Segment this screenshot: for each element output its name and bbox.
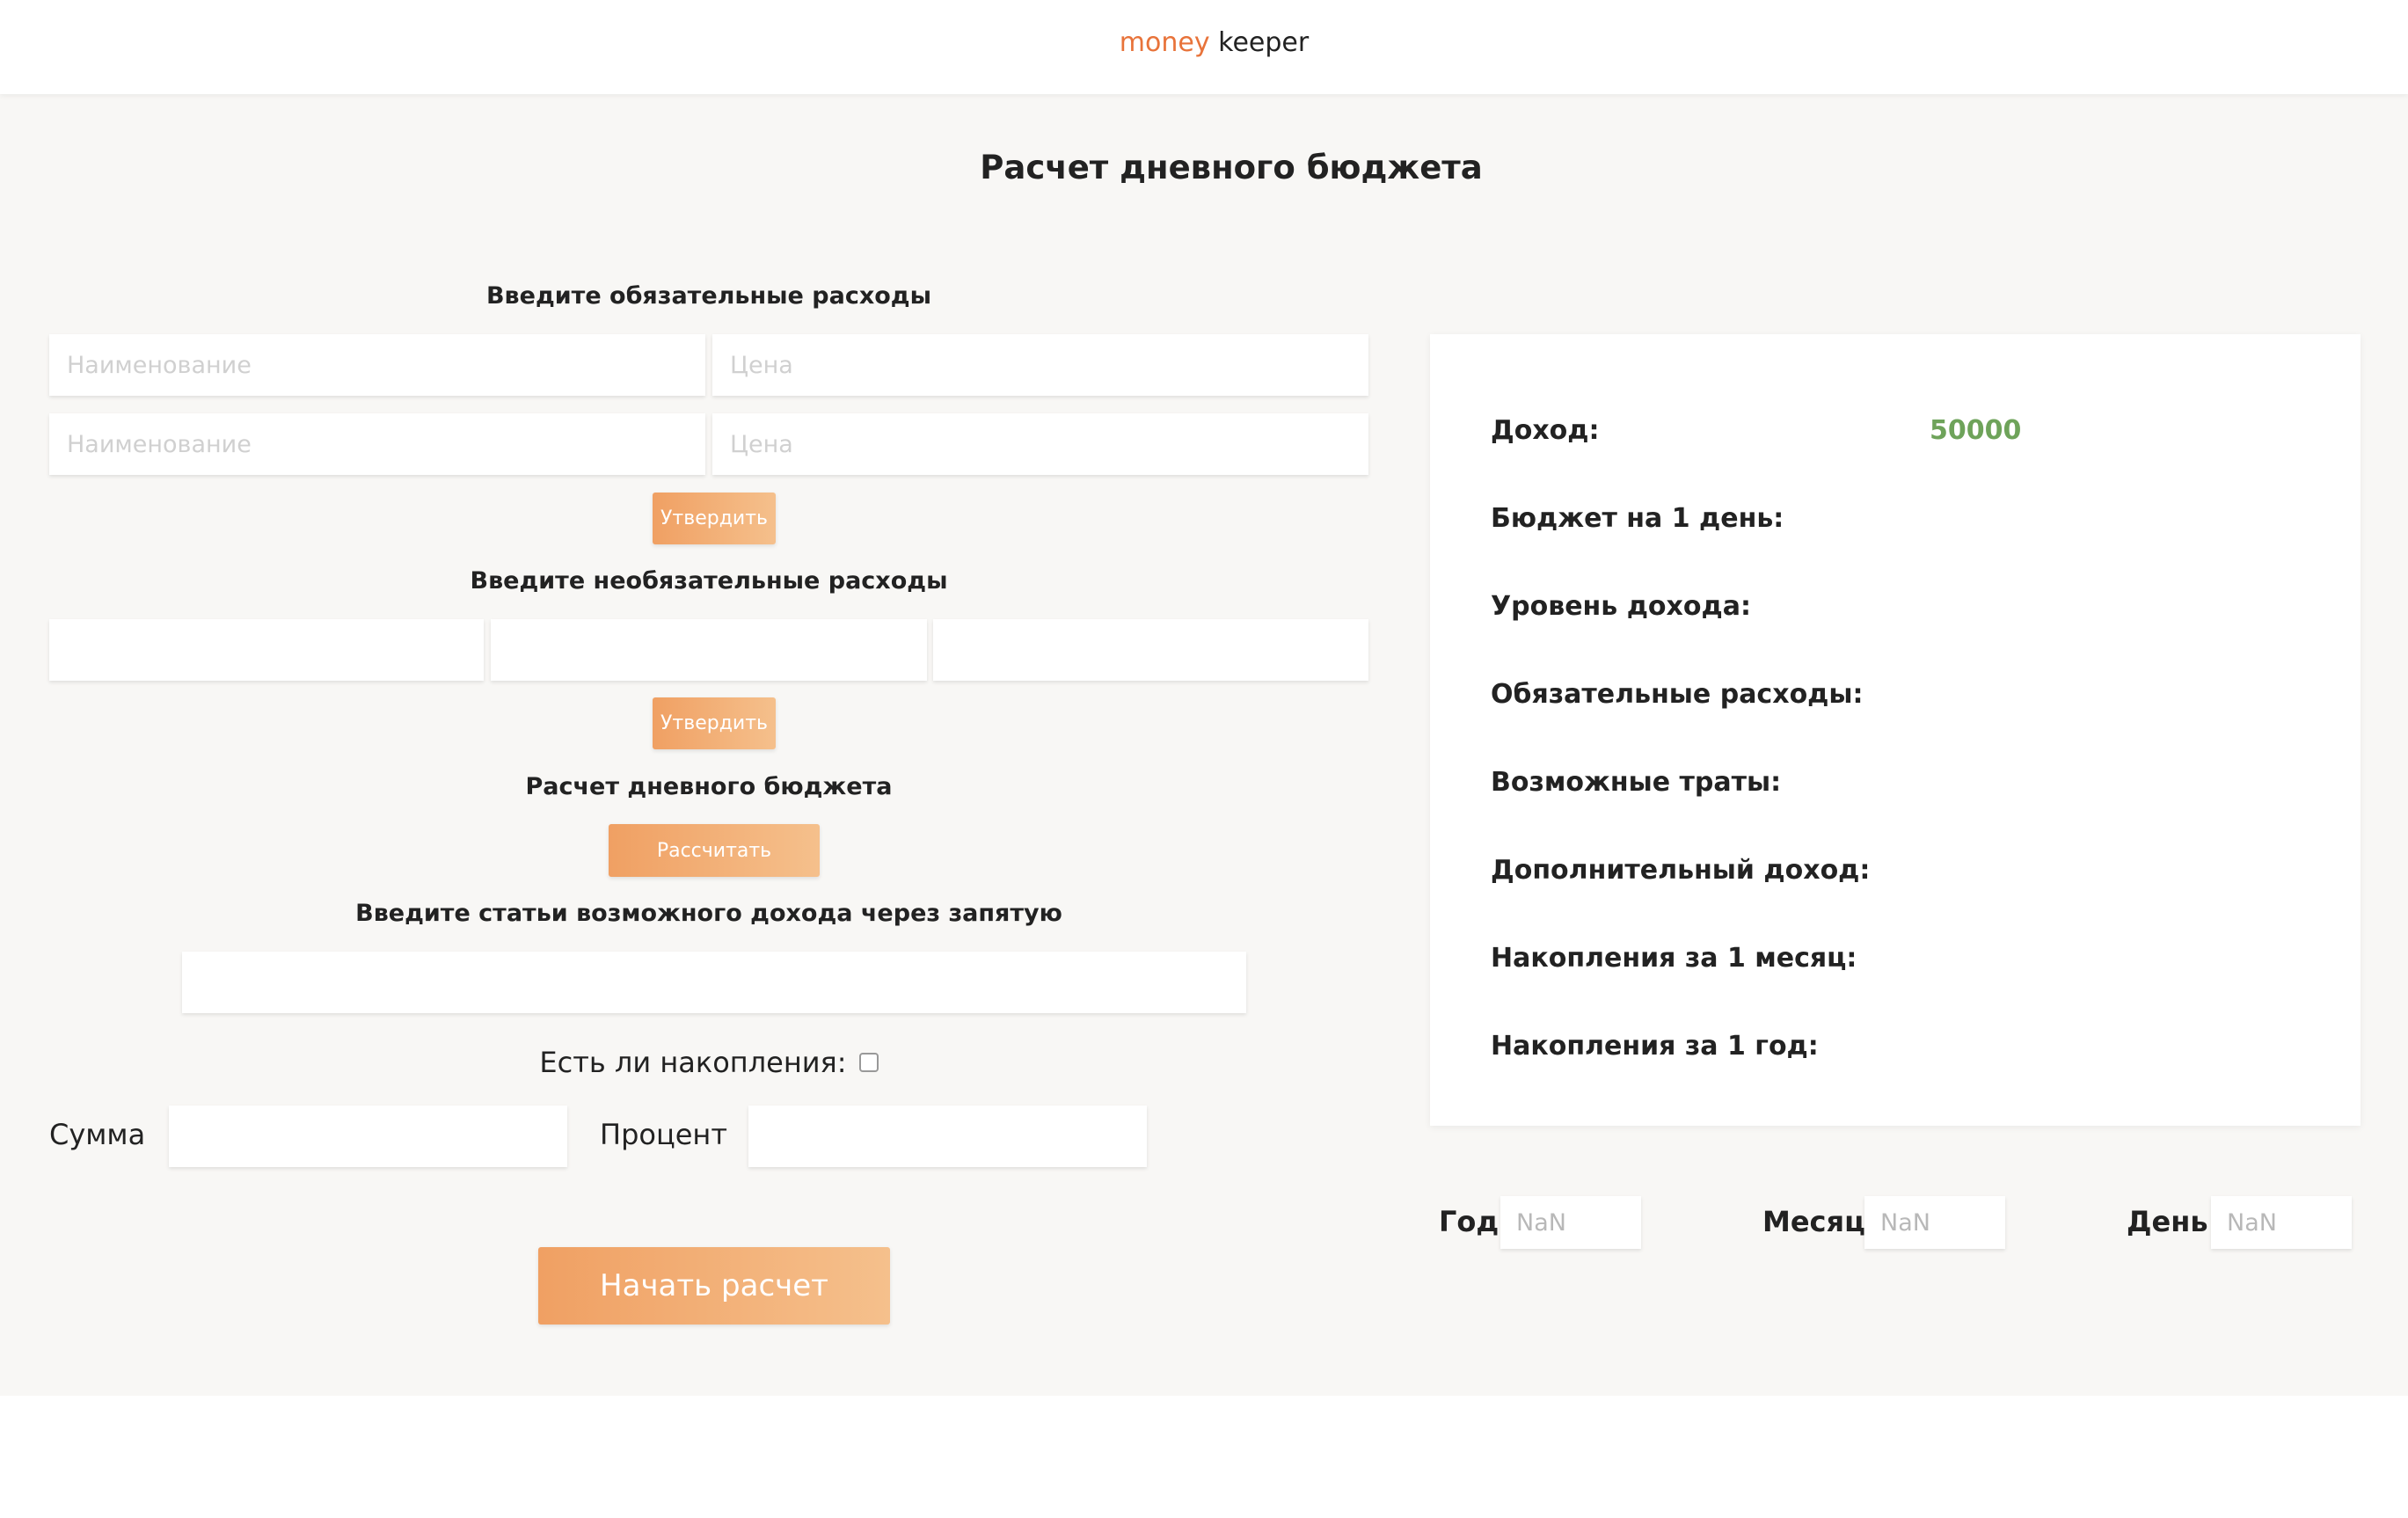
day-label: День:	[2127, 1205, 2220, 1238]
calculate-button[interactable]: Рассчитать	[609, 824, 820, 877]
additional-income-label: Дополнительный доход:	[1491, 855, 1871, 886]
mandatory-price-input-2[interactable]	[712, 413, 1368, 475]
mandatory-expenses-label: Введите обязательные расходы	[485, 282, 932, 310]
optional-expense-input-2[interactable]	[491, 619, 927, 681]
mandatory-expenses-result-label: Обязательные расходы:	[1491, 679, 1864, 710]
mandatory-name-input-2[interactable]	[49, 413, 705, 475]
optional-expenses-label: Введите необязательные расходы	[470, 567, 948, 595]
percent-label: Процент	[600, 1118, 727, 1151]
sum-input[interactable]	[169, 1106, 567, 1167]
results-card: Доход: 50000 Бюджет на 1 день: Уровень д…	[1430, 334, 2361, 1126]
optional-expense-input-3[interactable]	[933, 619, 1368, 681]
mandatory-name-input-1[interactable]	[49, 334, 705, 396]
logo-accent-text: money	[1119, 27, 1210, 58]
daily-budget-calc-label-text: Расчет дневного бюджета	[525, 773, 893, 800]
confirm-mandatory-button[interactable]: Утвердить	[653, 493, 776, 544]
logo-rest-text: keeper	[1218, 27, 1310, 58]
income-label: Доход:	[1491, 415, 1600, 446]
income-items-label: Введите статьи возможного дохода через з…	[355, 900, 1062, 927]
year-label: Год:	[1439, 1205, 1511, 1238]
main-content: Расчет дневного бюджета Введите обязател…	[0, 94, 2408, 1396]
daily-budget-label: Бюджет на 1 день:	[1491, 503, 1784, 534]
savings-label: Есть ли накопления:	[539, 1046, 847, 1079]
mandatory-price-input-1[interactable]	[712, 334, 1368, 396]
savings-year-label: Накопления за 1 год:	[1491, 1031, 1819, 1062]
app-header: money keeper	[0, 0, 2408, 94]
income-items-input[interactable]	[182, 952, 1246, 1013]
start-calculation-button[interactable]: Начать расчет	[538, 1247, 890, 1325]
confirm-optional-button[interactable]: Утвердить	[653, 697, 776, 749]
income-level-label: Уровень дохода:	[1491, 591, 1751, 622]
possible-spending-label: Возможные траты:	[1491, 767, 1782, 798]
percent-input[interactable]	[748, 1106, 1147, 1167]
month-label: Месяц:	[1762, 1205, 1877, 1238]
daily-budget-calc-label: Расчет дневного бюджета	[49, 773, 1368, 800]
day-input[interactable]	[2211, 1196, 2352, 1249]
logo[interactable]: money keeper	[1120, 27, 1309, 58]
month-input[interactable]	[1864, 1196, 2005, 1249]
year-input[interactable]	[1500, 1196, 1641, 1249]
sum-label: Сумма	[49, 1118, 146, 1151]
income-value: 50000	[1930, 415, 2022, 446]
savings-month-label: Накопления за 1 месяц:	[1491, 943, 1857, 974]
savings-row: Есть ли накопления:	[49, 1046, 1368, 1079]
optional-expense-input-1[interactable]	[49, 619, 484, 681]
page-title: Расчет дневного бюджета	[980, 149, 1483, 186]
savings-checkbox[interactable]	[858, 1053, 879, 1072]
